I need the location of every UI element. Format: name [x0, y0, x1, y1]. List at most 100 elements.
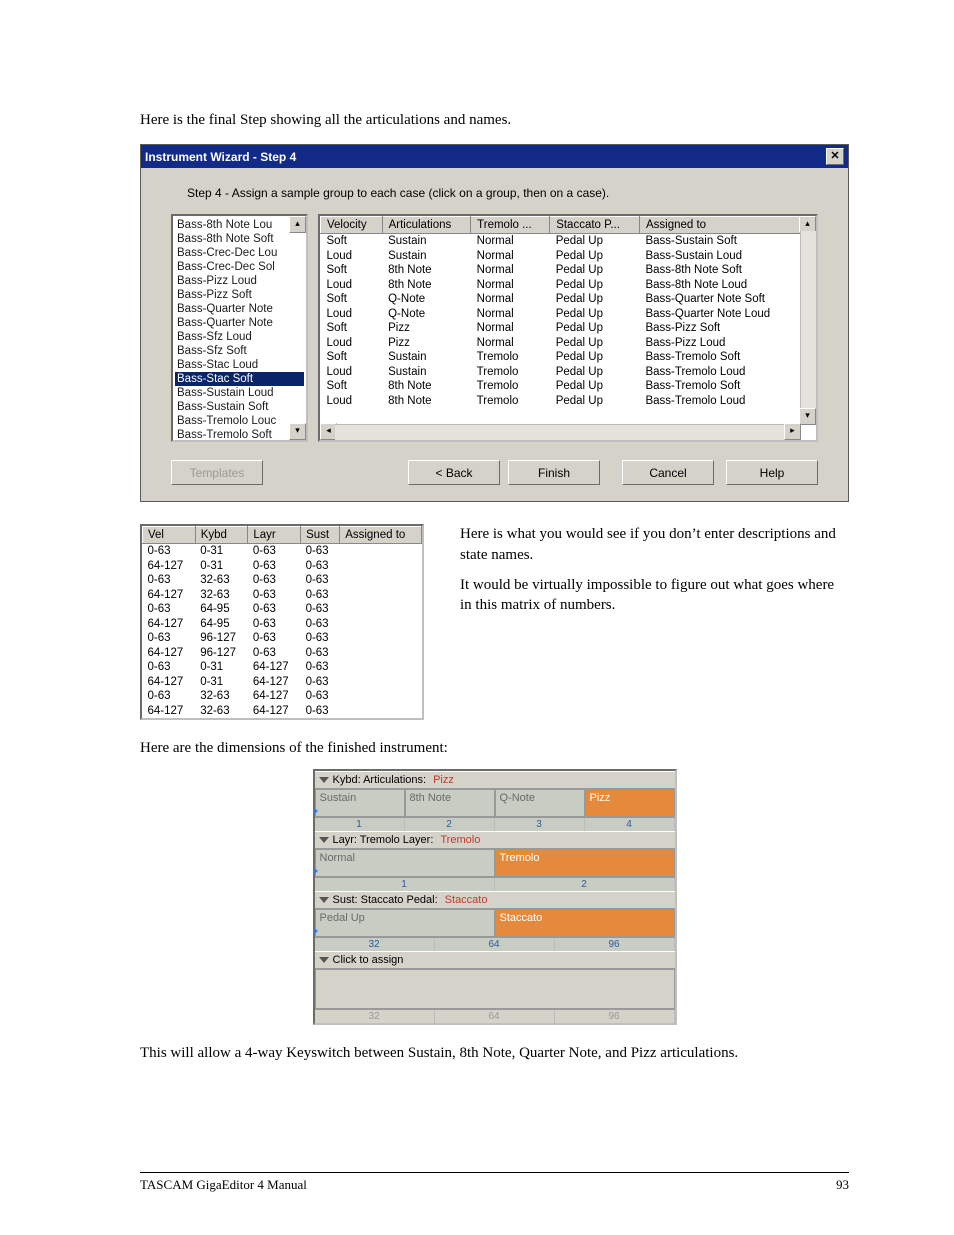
- dim-cell[interactable]: Normal: [315, 849, 495, 877]
- list-item[interactable]: Bass-8th Note Soft: [175, 232, 304, 246]
- table-cell: 0-63: [248, 588, 301, 603]
- list-item[interactable]: Bass-Pizz Loud: [175, 274, 304, 288]
- table-row[interactable]: Soft8th NoteNormalPedal UpBass-8th Note …: [321, 263, 800, 278]
- table-cell: Bass-8th Note Loud: [639, 278, 799, 293]
- list-item[interactable]: Bass-Stac Soft: [175, 372, 304, 386]
- dim-title: Kybd: Articulations:: [333, 774, 427, 786]
- scroll-right-icon[interactable]: ▸: [784, 423, 801, 440]
- list-item[interactable]: Bass-Quarter Note: [175, 316, 304, 330]
- list-item[interactable]: Bass-Pizz Soft: [175, 288, 304, 302]
- dim-header-assign[interactable]: Click to assign: [315, 951, 675, 969]
- list-item[interactable]: Bass-Crec-Dec Lou: [175, 246, 304, 260]
- table-row[interactable]: Soft8th NoteTremoloPedal UpBass-Tremolo …: [321, 379, 800, 394]
- table-cell: Normal: [471, 234, 550, 249]
- table-cell: 0-31: [195, 544, 248, 559]
- chevron-down-icon: [319, 837, 329, 843]
- table-row[interactable]: Loud8th NoteNormalPedal UpBass-8th Note …: [321, 278, 800, 293]
- table-cell: 64-127: [248, 689, 301, 704]
- table-cell: 32-63: [195, 689, 248, 704]
- dim-header-kybd[interactable]: Kybd: Articulations: Pizz: [315, 771, 675, 789]
- dim-cell[interactable]: 8th Note: [405, 789, 495, 817]
- table-cell: Pedal Up: [550, 278, 640, 293]
- column-header: Vel: [143, 527, 196, 544]
- table-cell: Tremolo: [471, 365, 550, 380]
- list-item[interactable]: Bass-Sustain Loud: [175, 386, 304, 400]
- table-row[interactable]: SoftQ-NoteNormalPedal UpBass-Quarter Not…: [321, 292, 800, 307]
- table-row[interactable]: SoftSustainNormalPedal UpBass-Sustain So…: [321, 234, 800, 249]
- dim-header-layr[interactable]: Layr: Tremolo Layer: Tremolo: [315, 831, 675, 849]
- table-cell: Q-Note: [382, 307, 471, 322]
- page-number: 93: [836, 1177, 849, 1193]
- table-cell: Sustain: [382, 234, 471, 249]
- table-row: 64-12764-950-630-63: [143, 617, 422, 632]
- scroll-down-icon[interactable]: ▾: [799, 408, 816, 425]
- help-button[interactable]: Help: [726, 460, 818, 485]
- table-cell: Bass-Tremolo Soft: [639, 350, 799, 365]
- list-item[interactable]: Bass-Stac Loud: [175, 358, 304, 372]
- table-cell: Normal: [471, 249, 550, 264]
- sample-group-listbox[interactable]: ▴ Bass-8th Note LouBass-8th Note SoftBas…: [171, 214, 308, 442]
- table-row[interactable]: LoudSustainNormalPedal UpBass-Sustain Lo…: [321, 249, 800, 264]
- table-cell: 64-127: [143, 675, 196, 690]
- list-item[interactable]: Bass-Sfz Loud: [175, 330, 304, 344]
- scrollbar-horizontal[interactable]: [335, 424, 786, 440]
- dim-cell-empty[interactable]: [315, 969, 675, 1009]
- dim-cell[interactable]: Staccato: [495, 909, 675, 937]
- table-cell: 0-63: [248, 559, 301, 574]
- list-item[interactable]: Bass-Crec-Dec Sol: [175, 260, 304, 274]
- list-item[interactable]: Bass-Tremolo Soft: [175, 428, 304, 442]
- cancel-button[interactable]: Cancel: [622, 460, 714, 485]
- table-row[interactable]: LoudPizzNormalPedal UpBass-Pizz Loud: [321, 336, 800, 351]
- dim-cell[interactable]: Pedal Up: [315, 909, 495, 937]
- dim-cell[interactable]: Sustain: [315, 789, 405, 817]
- assignment-table[interactable]: VelocityArticulationsTremolo ...Staccato…: [318, 214, 818, 442]
- table-cell: 0-63: [143, 544, 196, 559]
- table-row[interactable]: LoudQ-NoteNormalPedal UpBass-Quarter Not…: [321, 307, 800, 322]
- back-button[interactable]: < Back: [408, 460, 500, 485]
- column-header[interactable]: Tremolo ...: [471, 217, 550, 234]
- scroll-up-icon[interactable]: ▴: [289, 216, 306, 233]
- list-item[interactable]: Bass-8th Note Lou: [175, 218, 304, 232]
- table-row[interactable]: SoftPizzNormalPedal UpBass-Pizz Soft: [321, 321, 800, 336]
- column-header[interactable]: Staccato P...: [550, 217, 640, 234]
- table-cell: Bass-Tremolo Soft: [639, 379, 799, 394]
- chevron-down-icon: [319, 897, 329, 903]
- dim-cell[interactable]: Q-Note: [495, 789, 585, 817]
- arrow-right-icon: [313, 927, 318, 935]
- table-cell: Tremolo: [471, 394, 550, 409]
- table-row[interactable]: Loud8th NoteTremoloPedal UpBass-Tremolo …: [321, 394, 800, 409]
- close-icon[interactable]: ✕: [826, 148, 844, 165]
- table-cell: 0-63: [301, 660, 340, 675]
- dim-selected: Tremolo: [440, 834, 480, 846]
- table-row: 0-6332-6364-1270-63: [143, 689, 422, 704]
- column-header[interactable]: Articulations: [382, 217, 471, 234]
- dim-scale-number: 96: [555, 1010, 675, 1023]
- table-cell: 0-63: [143, 602, 196, 617]
- table-cell: [340, 544, 422, 559]
- table-cell: Bass-Pizz Loud: [639, 336, 799, 351]
- scroll-down-icon[interactable]: ▾: [289, 423, 306, 440]
- column-header: Layr: [248, 527, 301, 544]
- dim-cell[interactable]: Tremolo: [495, 849, 675, 877]
- finish-button[interactable]: Finish: [508, 460, 600, 485]
- list-item[interactable]: Bass-Sustain Soft: [175, 400, 304, 414]
- numeric-matrix-table: VelKybdLayrSustAssigned to 0-630-310-630…: [140, 524, 424, 720]
- list-item[interactable]: Bass-Quarter Note: [175, 302, 304, 316]
- dim-cell[interactable]: Pizz: [585, 789, 675, 817]
- table-row[interactable]: SoftSustainTremoloPedal UpBass-Tremolo S…: [321, 350, 800, 365]
- table-cell: Pedal Up: [550, 350, 640, 365]
- list-item[interactable]: Bass-Tremolo Louc: [175, 414, 304, 428]
- scrollbar-vertical[interactable]: [800, 231, 816, 410]
- table-cell: 0-63: [248, 573, 301, 588]
- column-header: Sust: [301, 527, 340, 544]
- list-item[interactable]: Bass-Sfz Soft: [175, 344, 304, 358]
- table-cell: Normal: [471, 263, 550, 278]
- dim-header-sust[interactable]: Sust: Staccato Pedal: Staccato: [315, 891, 675, 909]
- dim-scale-number: 64: [435, 1010, 555, 1023]
- table-cell: Pizz: [382, 336, 471, 351]
- table-row[interactable]: LoudSustainTremoloPedal UpBass-Tremolo L…: [321, 365, 800, 380]
- chevron-down-icon: [319, 957, 329, 963]
- column-header[interactable]: Velocity: [321, 217, 383, 234]
- column-header[interactable]: Assigned to: [639, 217, 799, 234]
- dim-scale-number: 1: [315, 818, 405, 831]
